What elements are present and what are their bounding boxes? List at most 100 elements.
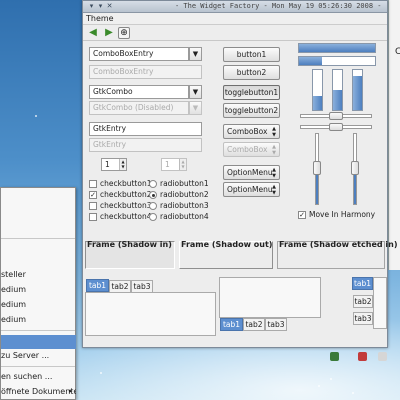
combobox-label: ComboBox: [227, 127, 268, 136]
tab-top-1[interactable]: tab1: [86, 279, 109, 292]
menu-separator: [1, 366, 75, 367]
checkbutton-3[interactable]: checkbutton3: [89, 201, 151, 211]
window-menu-icon[interactable]: ▾: [88, 3, 95, 10]
scale-knob[interactable]: [313, 161, 321, 175]
scale-knob[interactable]: [351, 161, 359, 175]
minimize-icon[interactable]: ▾: [97, 3, 104, 10]
tab-bottom-1[interactable]: tab1: [220, 318, 243, 331]
toggle-button-1[interactable]: togglebutton1: [223, 85, 280, 100]
checkbutton-4[interactable]: checkbutton4: [89, 212, 151, 222]
menu-item-highlighted[interactable]: [1, 335, 76, 349]
tab-top-2[interactable]: tab2: [109, 280, 131, 293]
spin-arrows-icon: ▲ ▼: [179, 159, 186, 170]
chevron-down-icon[interactable]: ▼: [189, 85, 202, 99]
menu-item[interactable]: edium: [1, 283, 76, 297]
spin-value: 1: [165, 160, 170, 169]
radiobutton-4[interactable]: radiobutton4: [149, 212, 209, 222]
tab-side-3[interactable]: tab3: [353, 312, 373, 325]
checkbutton-label: checkbutton4: [100, 212, 152, 221]
progress-bar-vertical: [332, 69, 343, 111]
radio-indicator[interactable]: [149, 191, 157, 199]
menu-bar: Theme: [83, 13, 387, 25]
tray-icon[interactable]: [378, 352, 387, 361]
gtk-entry[interactable]: GtkEntry: [89, 122, 202, 136]
add-icon[interactable]: ⊕: [118, 27, 130, 39]
option-menu-label: OptionMenu: [227, 185, 273, 194]
toggle-button-2[interactable]: togglebutton2: [223, 103, 280, 118]
progress-fill: [333, 90, 342, 110]
radio-indicator[interactable]: [149, 202, 157, 210]
menu-theme[interactable]: Theme: [86, 14, 114, 23]
combo-box-entry-disabled: ComboBoxEntry: [89, 65, 202, 79]
radiobutton-label: radiobutton4: [160, 212, 209, 221]
menu-item-recent-documents[interactable]: öffnete Dokumente: [1, 385, 76, 399]
updown-icon: ▲ ▼: [272, 144, 276, 156]
close-icon[interactable]: ✕: [106, 3, 113, 10]
tray-icon[interactable]: [330, 352, 339, 361]
checkbox[interactable]: [89, 213, 97, 221]
tab-side-2[interactable]: tab2: [353, 295, 373, 308]
menu-item-search[interactable]: en suchen ...: [1, 370, 76, 384]
title-bar[interactable]: ▾ ▾ ✕ - The Widget Factory - Mon May 19 …: [83, 1, 387, 13]
back-icon[interactable]: ◀: [87, 27, 99, 39]
background-window[interactable]: C: [388, 0, 400, 270]
option-menu-2[interactable]: OptionMenu ▲ ▼: [223, 182, 280, 197]
option-menu-1[interactable]: OptionMenu ▲ ▼: [223, 165, 280, 180]
checkbox[interactable]: ✓: [298, 211, 306, 219]
checkbutton-label: checkbutton3: [100, 201, 152, 210]
spin-button[interactable]: 1 ▲ ▼: [101, 158, 127, 171]
toolbar: ◀ ▶ ⊕: [83, 25, 387, 41]
chevron-down-icon: ▼: [189, 101, 202, 115]
tab-bottom-2[interactable]: tab2: [243, 318, 265, 331]
menu-separator: [1, 330, 75, 331]
submenu-arrow-icon: ▸: [69, 387, 73, 395]
menu-item[interactable]: steller: [1, 268, 76, 282]
progress-fill: [313, 96, 322, 110]
tab-top-3[interactable]: tab3: [131, 280, 153, 293]
chevron-down-icon[interactable]: ▼: [189, 47, 202, 61]
combo-box-entry[interactable]: ComboBoxEntry: [89, 47, 189, 61]
radiobutton-1[interactable]: radiobutton1: [149, 179, 209, 189]
option-menu-label: OptionMenu: [227, 168, 273, 177]
tab-bottom-3[interactable]: tab3: [265, 318, 287, 331]
updown-icon: ▲ ▼: [272, 126, 276, 138]
tray-icon[interactable]: [358, 352, 367, 361]
radio-indicator[interactable]: [149, 213, 157, 221]
notebook-bottom-panel: [219, 277, 321, 318]
desktop-star: [35, 115, 37, 117]
radiobutton-3[interactable]: radiobutton3: [149, 201, 209, 211]
spin-button-disabled: 1 ▲ ▼: [161, 158, 187, 171]
frame-label: Frame (Shadow etched in): [279, 240, 398, 249]
move-in-harmony-check[interactable]: ✓ Move In Harmony: [298, 210, 375, 220]
desktop-star: [330, 378, 332, 380]
checkbox[interactable]: [89, 202, 97, 210]
gtk-combo[interactable]: GtkCombo: [89, 85, 189, 99]
progress-bar-horizontal: [298, 56, 376, 66]
menu-item[interactable]: edium: [1, 313, 76, 327]
updown-icon: ▲ ▼: [272, 184, 276, 196]
scale-knob[interactable]: [329, 123, 343, 131]
gtk-entry-disabled: GtkEntry: [89, 138, 202, 152]
radiobutton-2[interactable]: radiobutton2: [149, 190, 209, 200]
forward-icon[interactable]: ▶: [103, 27, 115, 39]
gtk-combo-disabled: GtkCombo (Disabled): [89, 101, 189, 115]
scale-knob[interactable]: [329, 112, 343, 120]
combobox-button[interactable]: ComboBox ▲ ▼: [223, 124, 280, 139]
radio-indicator[interactable]: [149, 180, 157, 188]
checkbutton-1[interactable]: checkbutton1: [89, 179, 151, 189]
checkbutton-2[interactable]: ✓ checkbutton2: [89, 190, 151, 200]
window-title: - The Widget Factory - Mon May 19 05:26:…: [175, 2, 382, 10]
spin-arrows-icon[interactable]: ▲ ▼: [119, 159, 126, 170]
button-2[interactable]: button2: [223, 65, 280, 80]
button-1[interactable]: button1: [223, 47, 280, 62]
checkbutton-label: checkbutton2: [100, 190, 152, 199]
checkbox[interactable]: [89, 180, 97, 188]
widget-factory-window[interactable]: ▾ ▾ ✕ - The Widget Factory - Mon May 19 …: [82, 0, 397, 348]
radiobutton-label: radiobutton3: [160, 201, 209, 210]
tab-side-1[interactable]: tab1: [352, 277, 373, 290]
menu-item[interactable]: edium: [1, 298, 76, 312]
menu-item-connect-server[interactable]: zu Server ...: [1, 349, 76, 363]
frame-label: Frame (Shadow in): [87, 240, 172, 249]
desktop-star: [100, 372, 102, 374]
checkbox[interactable]: ✓: [89, 191, 97, 199]
